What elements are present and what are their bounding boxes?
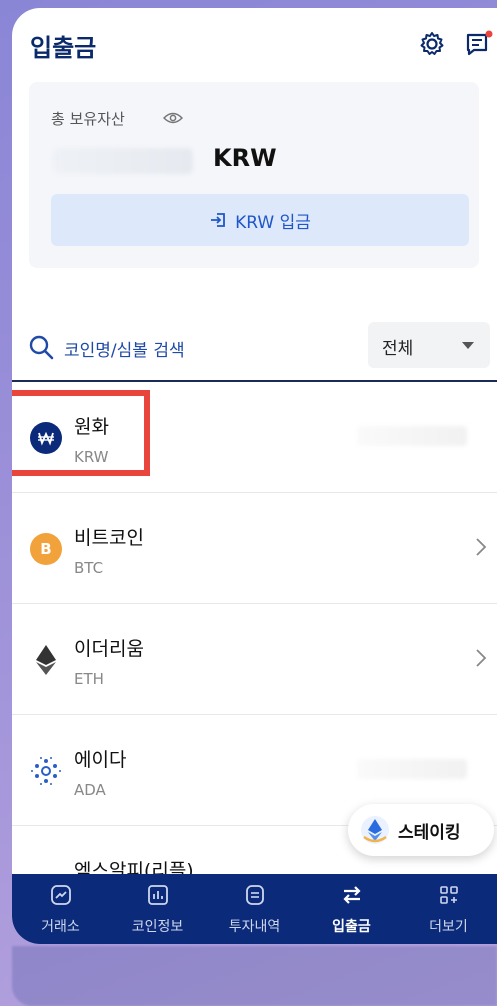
coin-name: 비트코인 [74,527,144,549]
chevron-right-icon [475,537,487,561]
filter-dropdown[interactable]: 전체 [368,322,490,368]
ethereum-icon [30,644,62,676]
staking-label: 스테이킹 [398,822,461,843]
phone-screen: 입출금 총 보유자산 KRW KRW 입금 코인명/심볼 검색 전체 원화 KR… [12,8,497,944]
tab-label: 거래소 [41,919,80,935]
bottom-tab-bar: 거래소 코인정보 투자내역 입출금 더보기 [12,874,497,944]
staking-button[interactable]: 스테이킹 [348,804,494,856]
tab-investment[interactable]: 투자내역 [206,874,303,944]
svg-text:B: B [40,540,51,558]
list-item-btc[interactable]: B 비트코인 BTC [12,493,497,604]
coin-name: 이더리움 [74,638,144,660]
chevron-right-icon [475,648,487,672]
highlight-box [12,390,150,476]
tab-label: 입출금 [332,919,371,935]
search-input[interactable]: 코인명/심볼 검색 [64,336,185,361]
cardano-icon [30,755,62,787]
page-title: 입출금 [30,34,97,62]
krw-deposit-label: KRW 입금 [235,212,311,233]
coin-symbol: ADA [74,781,106,799]
krw-deposit-button[interactable]: KRW 입금 [51,194,469,246]
tab-bar-reflection [12,946,497,1006]
caret-down-icon [462,342,474,349]
filter-value: 전체 [382,339,414,359]
tab-label: 더보기 [429,919,468,935]
coin-symbol: BTC [74,559,104,577]
list-item-krw[interactable]: 원화 KRW [12,382,497,493]
eye-icon[interactable] [162,110,184,129]
tab-label: 코인정보 [131,919,184,935]
coin-name: 에이다 [74,749,127,771]
asset-summary-card: 총 보유자산 KRW KRW 입금 [29,82,479,268]
gear-icon[interactable] [418,30,446,58]
more-grid-icon [438,884,460,910]
tab-exchange[interactable]: 거래소 [12,874,109,944]
tab-label: 투자내역 [228,919,281,935]
tab-deposit-withdraw[interactable]: 입출금 [303,874,400,944]
exchange-icon [50,884,72,910]
coin-symbol: ETH [74,670,104,688]
search-row: 코인명/심볼 검색 전체 [12,312,497,382]
total-assets-label: 총 보유자산 [51,110,125,128]
search-icon[interactable] [28,334,54,364]
asset-currency: KRW [213,144,277,172]
chart-icon [147,884,169,910]
staking-icon [361,816,389,844]
transfer-icon [341,884,363,910]
tab-coin-info[interactable]: 코인정보 [109,874,206,944]
header: 입출금 [12,8,497,78]
notice-icon[interactable] [464,30,493,58]
hidden-balance [357,759,467,779]
hidden-balance [357,426,467,446]
document-icon [244,884,266,910]
bitcoin-icon: B [30,533,62,565]
deposit-icon [211,213,226,227]
list-item-eth[interactable]: 이더리움 ETH [12,604,497,715]
hidden-amount [53,148,193,174]
tab-more[interactable]: 더보기 [400,874,497,944]
